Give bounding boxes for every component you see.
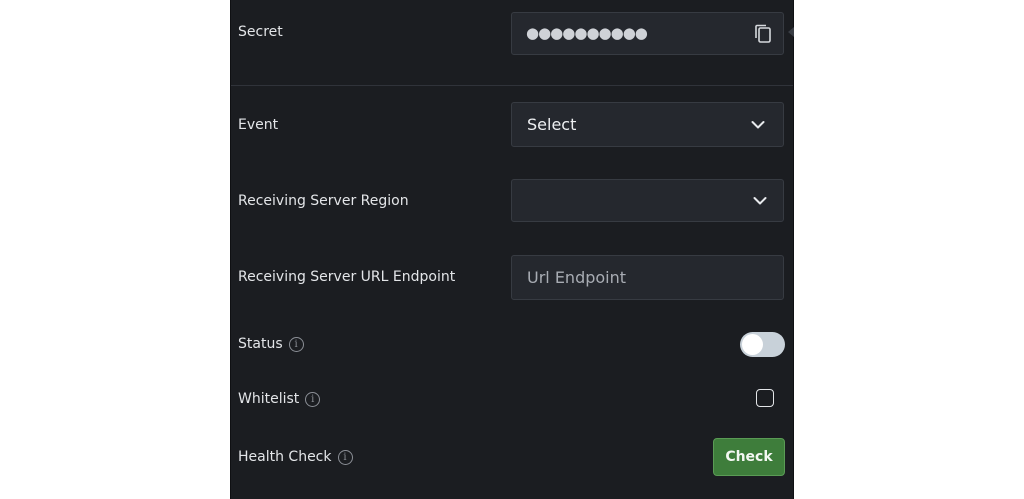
secret-field[interactable]: ●●●●●●●●●● — [511, 12, 784, 55]
url-endpoint-input[interactable]: Url Endpoint — [511, 255, 784, 300]
scroll-arrow-icon — [788, 27, 794, 37]
region-select[interactable] — [511, 179, 784, 222]
secret-masked-value: ●●●●●●●●●● — [526, 24, 648, 42]
info-icon[interactable]: i — [305, 391, 321, 407]
info-icon[interactable]: i — [288, 336, 304, 352]
status-label: Status i — [238, 335, 304, 353]
whitelist-label: Whitelist i — [238, 390, 321, 408]
secret-label: Secret — [238, 23, 283, 41]
health-check-label-text: Health Check — [238, 449, 332, 465]
event-select[interactable]: Select — [511, 102, 784, 147]
url-label: Receiving Server URL Endpoint — [238, 268, 455, 286]
event-label-text: Event — [238, 117, 279, 133]
event-label: Event — [238, 116, 278, 134]
section-divider — [231, 85, 793, 86]
region-label-text: Receiving Server Region — [238, 193, 409, 209]
webhook-settings-panel: Secret ●●●●●●●●●● Event Select Receiving… — [230, 0, 794, 499]
status-toggle-knob — [742, 334, 763, 355]
chevron-down-icon — [751, 121, 765, 129]
copy-icon[interactable] — [754, 24, 772, 44]
whitelist-checkbox[interactable] — [756, 389, 774, 407]
whitelist-label-text: Whitelist — [238, 391, 300, 407]
url-label-text: Receiving Server URL Endpoint — [238, 269, 456, 285]
url-endpoint-placeholder: Url Endpoint — [527, 268, 627, 287]
region-label: Receiving Server Region — [238, 192, 409, 210]
secret-label-text: Secret — [238, 24, 283, 40]
status-toggle[interactable] — [740, 332, 785, 357]
event-selected-value: Select — [527, 115, 577, 134]
chevron-down-icon — [753, 197, 767, 205]
health-check-label: Health Check i — [238, 448, 353, 466]
check-button[interactable]: Check — [713, 438, 785, 476]
info-icon[interactable]: i — [337, 449, 353, 465]
status-label-text: Status — [238, 336, 283, 352]
